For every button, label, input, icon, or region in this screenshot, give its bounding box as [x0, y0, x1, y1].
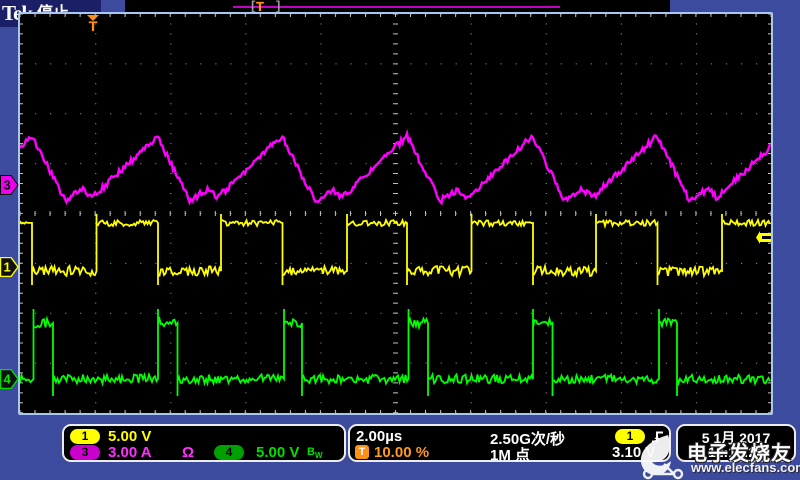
horizontal-scale: 2.00µs — [356, 428, 402, 445]
record-view-waveform-line — [233, 6, 560, 8]
horizontal-trigger-readout-box: 2.00µs 2.50G次/秒 1 T 10.00 % 1M 点 3.10 V — [348, 424, 671, 462]
trigger-level-arrow-icon[interactable] — [756, 231, 771, 244]
oscilloscope-screen: [ T ] Tek 停止 T 3 1 4 1 5.00 V — [0, 0, 800, 480]
svg-text:3: 3 — [4, 178, 11, 193]
trigger-position-flag[interactable]: T — [84, 15, 102, 34]
ch3-badge[interactable]: 3 — [70, 445, 100, 460]
waveform-display: T — [20, 14, 771, 413]
channel1-position-marker[interactable]: 1 — [0, 257, 19, 277]
ch3-impedance: Ω — [182, 444, 194, 461]
channel3-position-marker[interactable]: 3 — [0, 175, 19, 195]
horizontal-position-icon: T — [355, 445, 369, 459]
record-length: 1M 点 — [490, 444, 530, 465]
ch4-bandwidth-limit-icon: BW — [307, 446, 323, 460]
trigger-position-t-icon: T — [84, 18, 102, 34]
channel-readout-box: 1 5.00 V 3 3.00 A Ω 4 5.00 V BW — [62, 424, 346, 462]
ch3-scale: 3.00 A — [108, 444, 152, 461]
watermark-url: www.elecfans.com — [691, 460, 800, 475]
ch1-badge[interactable]: 1 — [70, 429, 100, 444]
ch1-scale: 5.00 V — [108, 428, 151, 445]
channel4-position-marker[interactable]: 4 — [0, 369, 19, 389]
ch4-scale: 5.00 V — [256, 444, 299, 461]
graticule-and-traces — [20, 14, 771, 413]
svg-text:1: 1 — [4, 260, 11, 275]
ch4-badge[interactable]: 4 — [214, 445, 244, 460]
elecfans-logo-icon — [634, 434, 692, 480]
horizontal-position: 10.00 % — [374, 444, 429, 461]
svg-text:4: 4 — [4, 372, 12, 387]
